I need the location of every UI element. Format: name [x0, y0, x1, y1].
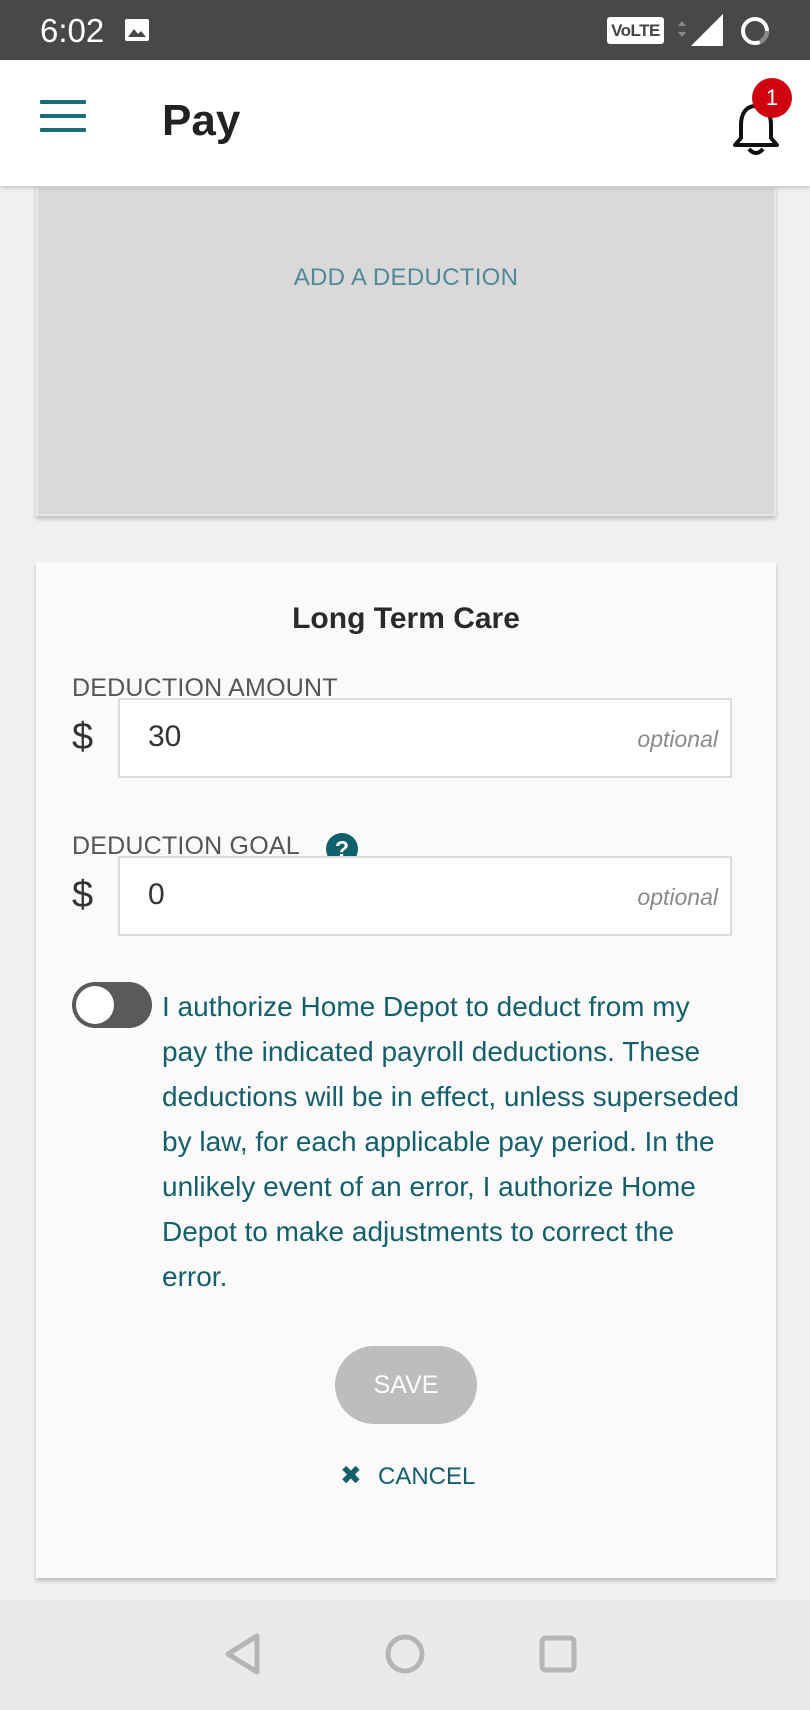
- cancel-button[interactable]: ✖ CANCEL: [340, 1455, 475, 1495]
- notification-badge: 1: [752, 78, 792, 118]
- deduction-goal-hint: optional: [637, 884, 718, 910]
- deduction-goal-value: 0: [148, 878, 165, 911]
- deduction-amount-input[interactable]: 30 optional: [118, 698, 732, 778]
- toggle-knob: [76, 986, 114, 1024]
- status-time: 6:02: [40, 12, 105, 49]
- signal-icon: [675, 12, 727, 53]
- deduction-amount-value: 30: [148, 720, 182, 753]
- status-bar: 6:02 VoLTE: [0, 0, 810, 60]
- home-icon[interactable]: [384, 1632, 426, 1681]
- amount-currency-symbol: $: [72, 716, 94, 758]
- close-icon: ✖: [340, 1460, 362, 1490]
- battery-icon: [738, 14, 772, 53]
- deduction-form-card: Long Term Care DEDUCTION AMOUNT $ 30 opt…: [36, 562, 776, 1578]
- goal-currency-symbol: $: [72, 874, 94, 916]
- deduction-goal-input[interactable]: 0 optional: [118, 856, 732, 936]
- back-icon[interactable]: [222, 1632, 262, 1681]
- page-title: Pay: [162, 96, 241, 145]
- menu-icon[interactable]: [40, 100, 86, 140]
- main-content[interactable]: ADD A DEDUCTION Long Term Care DEDUCTION…: [0, 186, 810, 1600]
- volte-icon: VoLTE: [607, 17, 664, 44]
- system-nav-bar: [0, 1600, 810, 1710]
- cancel-label: CANCEL: [378, 1463, 476, 1490]
- app-bar: Pay 1: [0, 60, 810, 186]
- add-deduction-label: ADD A DEDUCTION: [293, 264, 519, 291]
- authorization-toggle[interactable]: [72, 982, 152, 1028]
- image-icon: [124, 18, 150, 47]
- save-button[interactable]: SAVE: [335, 1346, 477, 1424]
- add-deduction-button[interactable]: ADD A DEDUCTION: [36, 186, 776, 516]
- authorization-text: I authorize Home Depot to deduct from my…: [162, 991, 739, 1292]
- deduction-amount-hint: optional: [637, 726, 718, 752]
- deduction-title: Long Term Care: [292, 602, 520, 635]
- recents-icon[interactable]: [538, 1632, 578, 1681]
